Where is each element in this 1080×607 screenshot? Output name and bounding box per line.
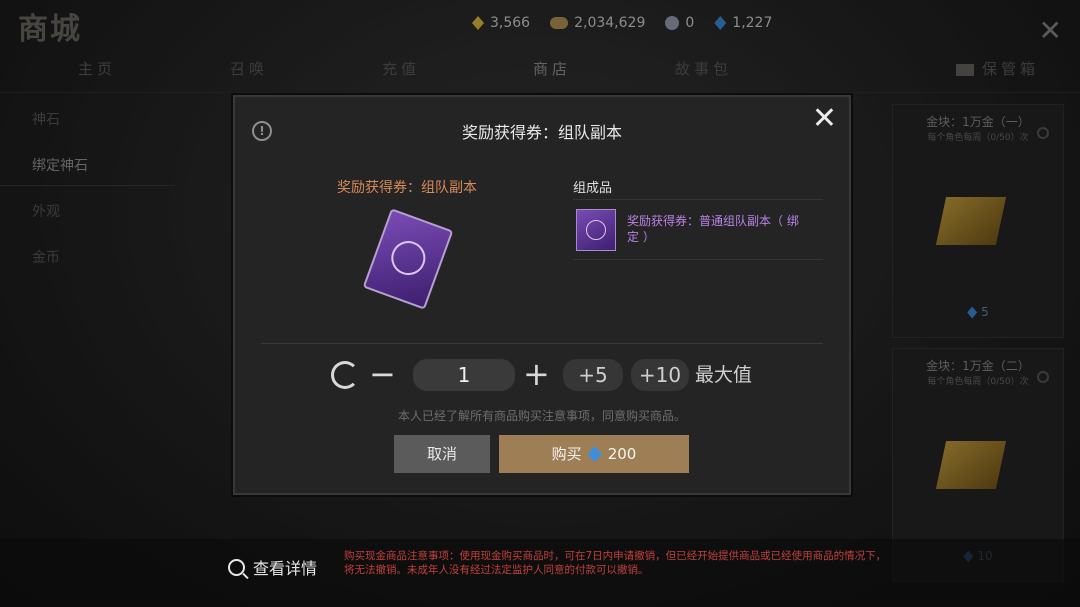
ticket-icon	[362, 208, 454, 310]
components-title: 组成品	[573, 181, 613, 196]
purchase-notice: 购买现金商品注意事项：使用现金购买商品时，可在7日内申请撤销，但已经开始提供商品…	[344, 550, 887, 576]
max-button[interactable]: 最大值	[695, 359, 752, 391]
dialog-title: 奖励获得券：组队副本	[461, 123, 622, 142]
purchase-dialog: ! 奖励获得券：组队副本 ✕ 奖励获得券：组队副本 组成品 奖励获得券：普通组队…	[231, 93, 853, 497]
divider	[261, 343, 823, 344]
view-details-label: 查看详情	[253, 559, 318, 578]
reset-icon[interactable]	[331, 361, 359, 389]
view-details-button[interactable]: 查看详情	[228, 555, 317, 579]
add-10-button[interactable]: +10	[631, 359, 689, 391]
buy-button[interactable]: 购买 200	[499, 435, 689, 473]
decrement-button[interactable]: −	[369, 357, 396, 391]
component-name: 奖励获得券：普通组队副本（ 绑定 ）	[627, 214, 799, 244]
close-icon[interactable]: ✕	[812, 101, 837, 136]
buy-price: 200	[607, 445, 637, 463]
emblem-icon	[586, 220, 606, 240]
blue-diamond-icon	[587, 446, 602, 462]
quantity-selector: − 1 + +5 +10 最大值	[331, 357, 771, 393]
search-icon	[228, 558, 245, 576]
ticket-icon[interactable]	[576, 209, 616, 251]
increment-button[interactable]: +	[523, 357, 550, 391]
divider	[573, 199, 823, 200]
divider	[573, 259, 823, 260]
quantity-input[interactable]: 1	[413, 359, 515, 391]
emblem-icon	[386, 236, 431, 280]
agreement-text: 本人已经了解所有商品购买注意事项，同意购买商品。	[397, 409, 686, 423]
item-name: 奖励获得券：组队副本	[337, 180, 477, 196]
buy-label: 购买	[551, 445, 582, 463]
add-5-button[interactable]: +5	[563, 359, 623, 391]
cancel-button[interactable]: 取消	[394, 435, 490, 473]
